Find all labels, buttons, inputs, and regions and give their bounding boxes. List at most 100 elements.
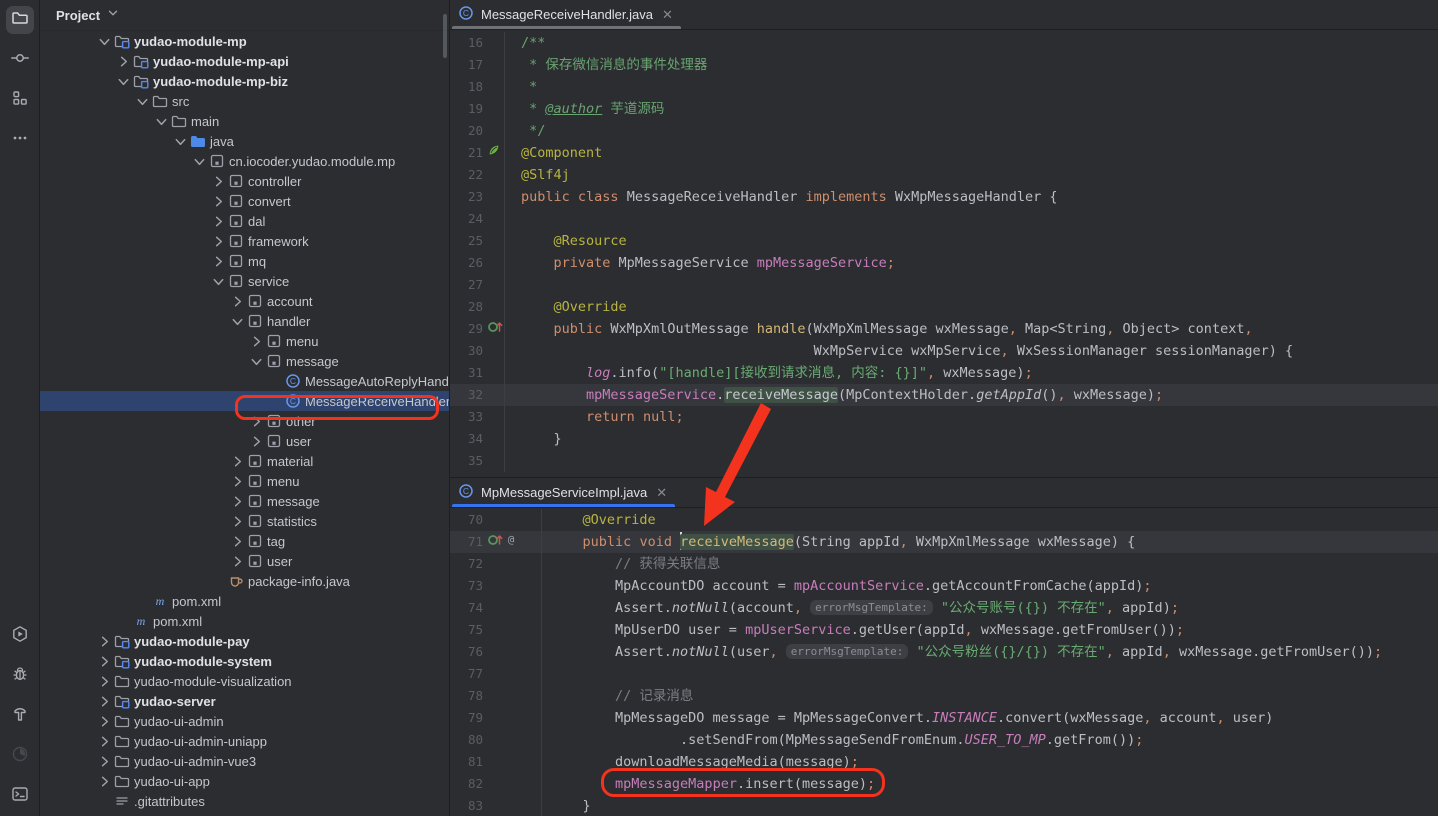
chevron-right-icon[interactable] [229, 513, 246, 529]
code-line-79[interactable]: 79 MpMessageDO message = MpMessageConver… [450, 707, 1438, 729]
code-line-33[interactable]: 33 return null; [450, 406, 1438, 428]
activitybar-commit-button[interactable] [6, 46, 34, 74]
activitybar-more-button[interactable] [6, 126, 34, 154]
activitybar-services-button[interactable] [6, 622, 34, 650]
code-text[interactable]: MpUserDO user = mpUserService.getUser(ap… [541, 619, 1438, 641]
code-text[interactable]: public void receiveMessage(String appId,… [541, 531, 1438, 553]
tree-item-yudao-ui-app[interactable]: yudao-ui-app [40, 771, 449, 791]
code-line-35[interactable]: 35 [450, 450, 1438, 472]
tree-item-yudao-ui-admin-vue3[interactable]: yudao-ui-admin-vue3 [40, 751, 449, 771]
code-line-28[interactable]: 28 @Override [450, 296, 1438, 318]
code-line-78[interactable]: 78 // 记录消息 [450, 685, 1438, 707]
chevron-down-icon[interactable] [229, 313, 246, 329]
code-text[interactable]: * [504, 76, 1438, 98]
code-text[interactable]: mpMessageMapper.insert(message); [541, 773, 1438, 795]
chevron-right-icon[interactable] [248, 433, 265, 449]
code-text[interactable]: } [541, 795, 1438, 816]
code-line-16[interactable]: 16/** [450, 32, 1438, 54]
chevron-right-icon[interactable] [115, 53, 132, 69]
code-text[interactable]: public WxMpXmlOutMessage handle(WxMpXmlM… [504, 318, 1438, 340]
chevron-right-icon[interactable] [96, 673, 113, 689]
activitybar-structure-button[interactable] [6, 86, 34, 114]
tree-item-mq[interactable]: mq [40, 251, 449, 271]
overrides-icon[interactable] [487, 318, 503, 341]
code-text[interactable]: .setSendFrom(MpMessageSendFromEnum.USER_… [541, 729, 1438, 751]
chevron-right-icon[interactable] [229, 493, 246, 509]
code-line-25[interactable]: 25 @Resource [450, 230, 1438, 252]
tree-item-framework[interactable]: framework [40, 231, 449, 251]
code-line-80[interactable]: 80 .setSendFrom(MpMessageSendFromEnum.US… [450, 729, 1438, 751]
tree-item-yudao-module-mp[interactable]: yudao-module-mp [40, 31, 449, 51]
code-line-31[interactable]: 31 log.info("[handle][接收到请求消息, 内容: {}]",… [450, 362, 1438, 384]
code-line-24[interactable]: 24 [450, 208, 1438, 230]
code-text[interactable]: /** [504, 32, 1438, 54]
chevron-right-icon[interactable] [96, 733, 113, 749]
code-text[interactable]: WxMpService wxMpService, WxSessionManage… [504, 340, 1438, 362]
tree-item-material[interactable]: material [40, 451, 449, 471]
chevron-right-icon[interactable] [210, 173, 227, 189]
chevron-right-icon[interactable] [229, 553, 246, 569]
code-line-72[interactable]: 72 // 获得关联信息 [450, 553, 1438, 575]
chevron-right-icon[interactable] [229, 453, 246, 469]
chevron-right-icon[interactable] [210, 193, 227, 209]
activitybar-build-button[interactable] [6, 702, 34, 730]
tree-item-other[interactable]: other [40, 411, 449, 431]
code-line-19[interactable]: 19 * @author 芋道源码 [450, 98, 1438, 120]
spring-bean-icon[interactable] [487, 142, 501, 164]
code-text[interactable]: private MpMessageService mpMessageServic… [504, 252, 1438, 274]
chevron-right-icon[interactable] [229, 293, 246, 309]
tree-item-src[interactable]: src [40, 91, 449, 111]
tree-item-yudao-module-system[interactable]: yudao-module-system [40, 651, 449, 671]
code-line-73[interactable]: 73 MpAccountDO account = mpAccountServic… [450, 575, 1438, 597]
tree-item-service[interactable]: service [40, 271, 449, 291]
code-line-75[interactable]: 75 MpUserDO user = mpUserService.getUser… [450, 619, 1438, 641]
code-line-30[interactable]: 30 WxMpService wxMpService, WxSessionMan… [450, 340, 1438, 362]
chevron-down-icon[interactable] [96, 33, 113, 49]
code-text[interactable]: } [504, 428, 1438, 450]
code-text[interactable]: @Override [541, 509, 1438, 531]
chevron-right-icon[interactable] [248, 333, 265, 349]
code-line-77[interactable]: 77 [450, 663, 1438, 685]
chevron-down-icon[interactable] [172, 133, 189, 149]
chevron-down-icon[interactable] [134, 93, 151, 109]
chevron-right-icon[interactable] [229, 533, 246, 549]
code-line-29[interactable]: 29 public WxMpXmlOutMessage handle(WxMpX… [450, 318, 1438, 340]
tab-MessageReceiveHandler[interactable]: C MessageReceiveHandler.java ✕ [450, 0, 683, 29]
chevron-down-icon[interactable] [210, 273, 227, 289]
code-text[interactable] [504, 450, 1438, 472]
code-line-70[interactable]: 70 @Override [450, 509, 1438, 531]
activitybar-terminal-button[interactable] [6, 782, 34, 810]
tree-item-yudao-server[interactable]: yudao-server [40, 691, 449, 711]
code-text[interactable] [504, 274, 1438, 296]
tree-item-java[interactable]: java [40, 131, 449, 151]
tree-item-pom.xml[interactable]: mpom.xml [40, 611, 449, 631]
tree-item-package-info.java[interactable]: package-info.java [40, 571, 449, 591]
code-line-71[interactable]: 71@ public void receiveMessage(String ap… [450, 531, 1438, 553]
chevron-down-icon[interactable] [115, 73, 132, 89]
code-line-26[interactable]: 26 private MpMessageService mpMessageSer… [450, 252, 1438, 274]
chevron-right-icon[interactable] [229, 473, 246, 489]
chevron-down-icon[interactable] [153, 113, 170, 129]
code-text[interactable]: @Resource [504, 230, 1438, 252]
chevron-right-icon[interactable] [96, 633, 113, 649]
code-line-81[interactable]: 81 downloadMessageMedia(message); [450, 751, 1438, 773]
close-icon[interactable]: ✕ [656, 485, 667, 501]
tree-item-pom.xml[interactable]: mpom.xml [40, 591, 449, 611]
tree-item-message[interactable]: message [40, 351, 449, 371]
tree-item-user[interactable]: user [40, 431, 449, 451]
annotation-gutter-icon[interactable]: @ [504, 531, 518, 554]
code-text[interactable]: @Component [504, 142, 1438, 164]
tree-item-MessageAutoReplyHandler[interactable]: CMessageAutoReplyHandler [40, 371, 449, 391]
tree-item-account[interactable]: account [40, 291, 449, 311]
chevron-right-icon[interactable] [96, 753, 113, 769]
chevron-right-icon[interactable] [210, 233, 227, 249]
chevron-down-icon[interactable] [248, 353, 265, 369]
code-line-20[interactable]: 20 */ [450, 120, 1438, 142]
code-text[interactable]: Assert.notNull(user, errorMsgTemplate: "… [541, 641, 1438, 663]
code-text[interactable]: * @author 芋道源码 [504, 98, 1438, 120]
code-text[interactable]: @Slf4j [504, 164, 1438, 186]
tab-MpMessageServiceImpl[interactable]: C MpMessageServiceImpl.java ✕ [450, 478, 677, 507]
code-line-23[interactable]: 23public class MessageReceiveHandler imp… [450, 186, 1438, 208]
code-text[interactable]: MpAccountDO account = mpAccountService.g… [541, 575, 1438, 597]
tree-item-yudao-ui-admin-uniapp[interactable]: yudao-ui-admin-uniapp [40, 731, 449, 751]
